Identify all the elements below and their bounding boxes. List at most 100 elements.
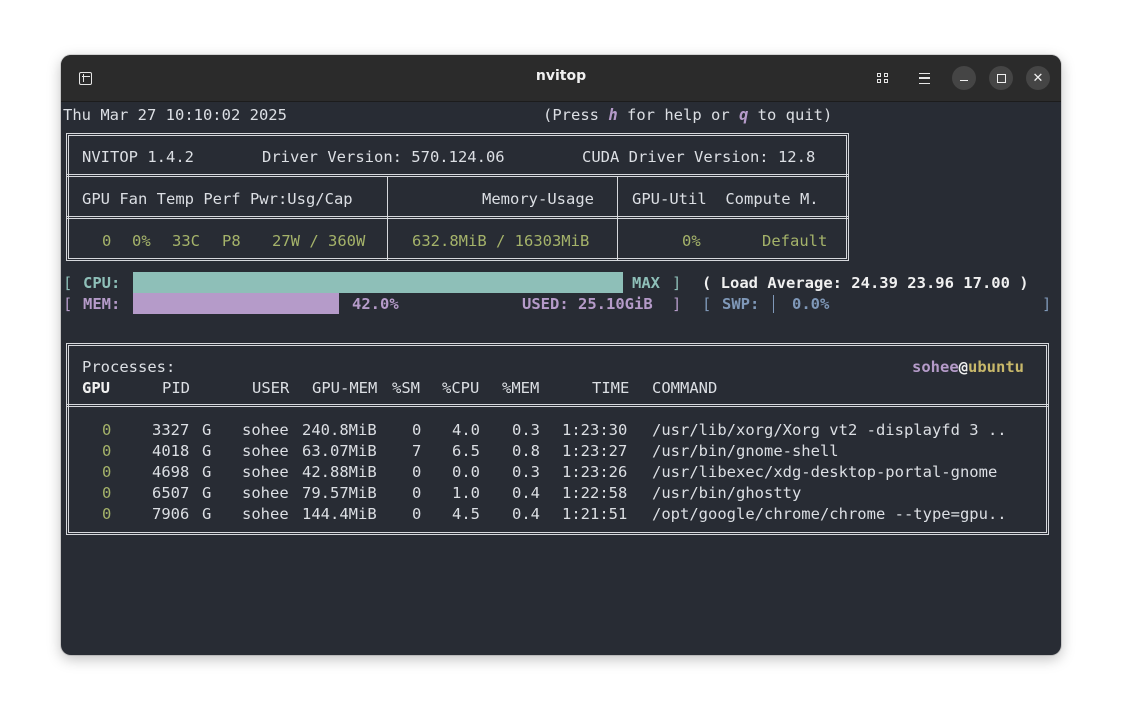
gpu-header-left: GPU Fan Temp Perf Pwr:Usg/Cap — [82, 190, 353, 208]
col-sm: %SM — [392, 379, 420, 397]
processes-divider — [66, 404, 1049, 407]
terminal-content: Thu Mar 27 10:10:02 2025 (Press h for he… — [61, 102, 1061, 655]
cell-cpu: 0.0 — [452, 463, 480, 481]
driver-version: Driver Version: 570.124.06 — [262, 148, 505, 166]
cell-gpu-mem: 144.4MiB — [302, 505, 377, 523]
cpu-label: CPU: — [83, 274, 121, 292]
cell-gpu: 0 — [102, 421, 112, 439]
user-name: sohee — [912, 358, 959, 376]
help-hint: (Press h for help or q to quit) — [543, 105, 832, 126]
cpu-usage-bar — [133, 272, 623, 293]
datetime: Thu Mar 27 10:10:02 2025 — [63, 106, 287, 124]
cell-gpu: 0 — [102, 442, 112, 460]
help-key: h — [608, 106, 618, 124]
gpu-header-memory: Memory-Usage — [482, 190, 594, 208]
cell-gpu: 0 — [102, 505, 112, 523]
terminal-window: nvitop ✕ Thu Mar 27 10:10:02 2025 (Press… — [61, 55, 1061, 655]
col-mem: %MEM — [502, 379, 540, 397]
cell-pid: 4018 — [152, 442, 190, 460]
cell-sm: 0 — [412, 463, 422, 481]
cell-time: 1:23:26 — [562, 463, 628, 481]
gpu-temp: 33C — [172, 232, 200, 250]
cpu-value: MAX — [632, 274, 660, 292]
cell-cpu: 4.5 — [452, 505, 480, 523]
col-gpu: GPU — [82, 379, 110, 397]
mem-percent: 42.0% — [352, 295, 399, 313]
cell-time: 1:23:27 — [562, 442, 628, 460]
minimize-button[interactable] — [952, 66, 976, 90]
gpu-memory: 632.8MiB / 16303MiB — [412, 232, 590, 250]
cell-time: 1:21:51 — [562, 505, 628, 523]
host-name: ubuntu — [968, 358, 1025, 376]
window-title: nvitop — [535, 68, 587, 84]
cell-pid: 3327 — [152, 421, 190, 439]
gpu-panel-divider-1 — [66, 174, 849, 177]
cell-time: 1:23:30 — [562, 421, 628, 439]
swp-bracket-open: [ — [702, 295, 712, 313]
gpu-header-right: GPU-Util Compute M. — [632, 190, 819, 208]
gpu-perf: P8 — [222, 232, 241, 250]
mem-bracket-close: ] — [672, 295, 682, 313]
cell-gpu: 0 — [102, 484, 112, 502]
gpu-compute-mode: Default — [762, 232, 828, 250]
cell-gpu-mem: 63.07MiB — [302, 442, 377, 460]
cell-gpu-mem: 240.8MiB — [302, 421, 377, 439]
mem-bracket-open: [ — [63, 295, 73, 313]
cell-type: G — [202, 442, 212, 460]
user-host: sohee@ubuntu — [912, 357, 1024, 378]
hamburger-menu-icon[interactable] — [912, 66, 936, 90]
swp-bracket-close: ] — [1042, 295, 1052, 313]
col-time: TIME — [592, 379, 630, 397]
col-user: USER — [252, 379, 290, 397]
cell-user: sohee — [242, 421, 289, 439]
cell-user: sohee — [242, 442, 289, 460]
cpu-bracket-open: [ — [63, 274, 73, 292]
cell-cpu: 6.5 — [452, 442, 480, 460]
gpu-col-divider-1 — [387, 176, 388, 260]
cell-user: sohee — [242, 484, 289, 502]
cell-gpu: 0 — [102, 463, 112, 481]
at-sign: @ — [958, 358, 969, 376]
cell-command: /usr/lib/xorg/Xorg vt2 -displayfd 3 .. — [652, 421, 1007, 439]
gpu-util: 0% — [682, 232, 701, 250]
swp-percent: 0.0% — [792, 295, 830, 313]
gpu-col-divider-2 — [617, 176, 618, 260]
cell-sm: 0 — [412, 421, 422, 439]
grid-view-icon[interactable] — [871, 66, 895, 90]
cell-mem: 0.3 — [512, 421, 540, 439]
swp-bar-divider — [773, 295, 774, 313]
cell-mem: 0.3 — [512, 463, 540, 481]
processes-title: Processes: — [82, 358, 176, 376]
cell-command: /usr/bin/ghostty — [652, 484, 802, 502]
gpu-index: 0 — [102, 232, 112, 250]
cell-type: G — [202, 463, 212, 481]
cell-cpu: 4.0 — [452, 421, 480, 439]
mem-label: MEM: — [83, 295, 121, 313]
close-icon: ✕ — [1032, 70, 1044, 86]
help-text-mid: for help or — [617, 106, 739, 124]
gpu-power: 27W / 360W — [272, 232, 366, 250]
cell-cpu: 1.0 — [452, 484, 480, 502]
titlebar: nvitop ✕ — [61, 55, 1061, 102]
cell-command: /opt/google/chrome/chrome --type=gpu.. — [652, 505, 1007, 523]
cell-gpu-mem: 42.88MiB — [302, 463, 377, 481]
cell-mem: 0.4 — [512, 484, 540, 502]
cell-sm: 0 — [412, 505, 422, 523]
cell-gpu-mem: 79.57MiB — [302, 484, 377, 502]
cpu-bracket-close: ] — [672, 274, 682, 292]
maximize-button[interactable] — [989, 66, 1013, 90]
gpu-panel-divider-2 — [66, 216, 849, 219]
load-average: ( Load Average: 24.39 23.96 17.00 ) — [702, 274, 1029, 292]
mem-usage-bar — [133, 293, 339, 314]
minimize-icon — [960, 79, 968, 82]
help-text-close: to quit) — [748, 106, 833, 124]
swp-label: SWP: — [722, 295, 760, 313]
cell-pid: 4698 — [152, 463, 190, 481]
cell-type: G — [202, 505, 212, 523]
gpu-fan: 0% — [132, 232, 151, 250]
close-button[interactable]: ✕ — [1026, 66, 1050, 90]
cuda-version: CUDA Driver Version: 12.8 — [582, 148, 816, 166]
cell-mem: 0.4 — [512, 505, 540, 523]
col-cpu: %CPU — [442, 379, 480, 397]
mem-used: USED: 25.10GiB — [522, 295, 653, 313]
